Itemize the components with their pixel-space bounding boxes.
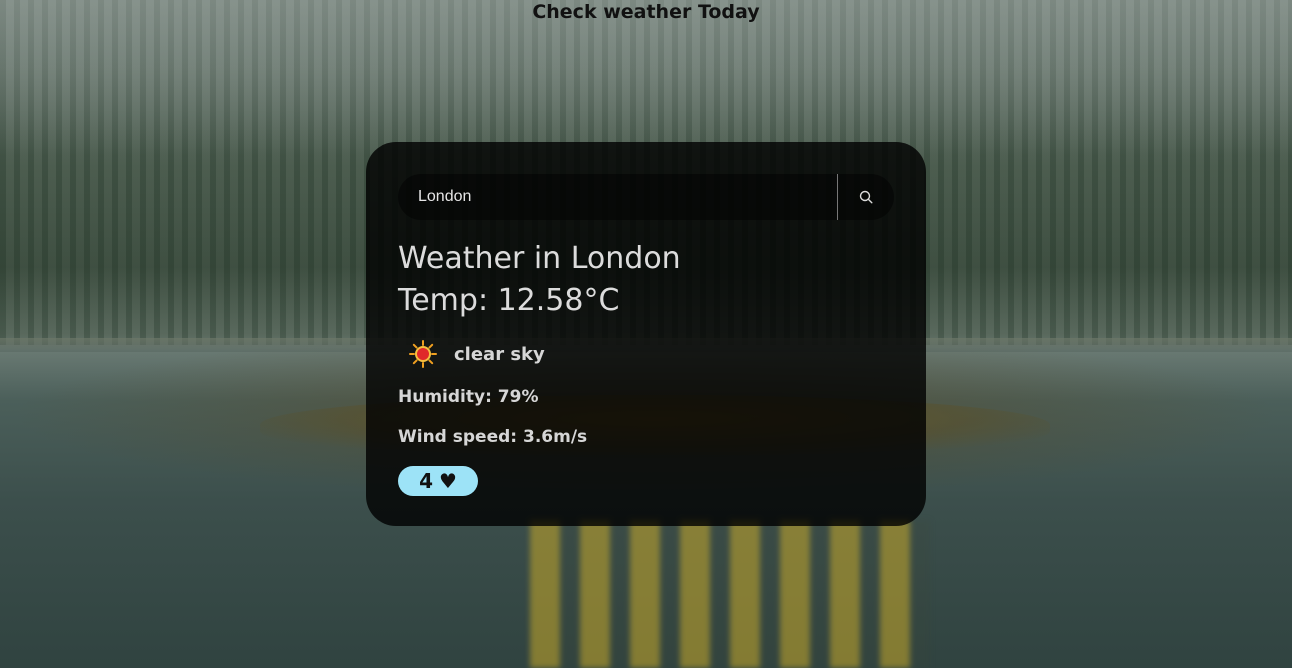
search-button[interactable] (838, 174, 894, 220)
humidity: Humidity: 79% (398, 387, 539, 407)
sun-icon (398, 336, 448, 372)
like-count: 4 (419, 469, 433, 493)
search-icon (859, 190, 873, 204)
page-title: Check weather Today (532, 1, 760, 23)
weather-description: clear sky (454, 343, 545, 365)
city-title: Weather in London (398, 241, 681, 276)
search-input[interactable] (398, 174, 837, 220)
wind-speed: Wind speed: 3.6m/s (398, 427, 588, 447)
weather-card: Weather in London Temp: 12.58°C clear sk… (366, 142, 926, 526)
water-reflection (530, 520, 930, 668)
search-bar (398, 174, 894, 220)
weather-description-row: clear sky (398, 336, 894, 372)
heart-icon: ♥ (438, 469, 457, 493)
like-button[interactable]: 4 ♥ (398, 466, 478, 496)
temperature: Temp: 12.58°C (398, 283, 620, 318)
